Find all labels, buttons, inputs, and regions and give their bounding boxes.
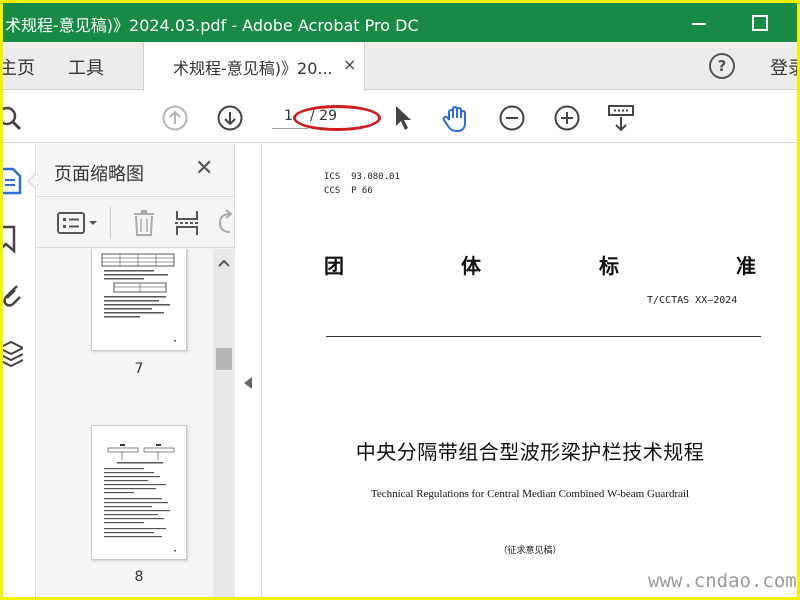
- panel-toolbar: [37, 196, 235, 248]
- split-page-icon[interactable]: [174, 209, 200, 241]
- toolbar-divider: [110, 207, 111, 239]
- help-icon[interactable]: ?: [709, 53, 735, 79]
- close-panel-icon[interactable]: ✕: [195, 156, 213, 181]
- thumbnails-panel: 页面缩略图 ✕ 7 8: [37, 144, 235, 597]
- window-title: 术规程-意见稿)》2024.03.pdf - Adobe Acrobat Pro…: [5, 16, 419, 35]
- document-title-chinese: 中央分隔带组合型波形梁护栏技术规程: [355, 440, 705, 464]
- tab-document[interactable]: 术规程-意见稿)》20... ×: [143, 42, 365, 91]
- standard-char: 团: [324, 254, 344, 278]
- standard-char: 标: [599, 254, 619, 278]
- ics-code: ICS 93.080.01 CCS P 66: [324, 170, 400, 198]
- document-page: ICS 93.080.01 CCS P 66 团 体 标 准 T/CCTAS XX…: [263, 144, 797, 597]
- thumbnail-scrollbar[interactable]: [213, 249, 235, 597]
- standard-code: T/CCTAS XX—2024: [647, 295, 738, 306]
- rotate-page-icon[interactable]: [212, 209, 235, 241]
- tab-tools[interactable]: 工具: [68, 54, 104, 80]
- thumbnail-label: 8: [134, 569, 144, 585]
- scroll-thumb[interactable]: [216, 348, 232, 370]
- close-tab-icon[interactable]: ×: [343, 55, 356, 74]
- standard-char: 准: [736, 254, 756, 278]
- thumbnail-list: 7 8: [37, 249, 235, 597]
- tab-bar: 主页 工具 术规程-意见稿)》20... × ? 登录: [3, 42, 797, 91]
- minimize-button[interactable]: [679, 3, 719, 42]
- toolbar: 1 / 29: [3, 91, 797, 143]
- sign-in-button[interactable]: 登录: [770, 54, 797, 80]
- scroll-up-icon[interactable]: [217, 257, 231, 271]
- highlight-ellipse: [293, 105, 381, 131]
- panel-title: 页面缩略图: [54, 164, 144, 185]
- thumbnail-label: 7: [134, 361, 144, 377]
- attachment-icon[interactable]: [3, 280, 23, 314]
- site-watermark: www.cndao.com: [648, 570, 797, 592]
- thumbnail-page-7[interactable]: [91, 249, 187, 351]
- standard-char: 体: [461, 254, 481, 278]
- title-bar: 术规程-意见稿)》2024.03.pdf - Adobe Acrobat Pro…: [3, 3, 797, 42]
- tab-home[interactable]: 主页: [3, 54, 35, 80]
- collapse-arrow-icon[interactable]: [244, 377, 252, 389]
- bookmark-icon[interactable]: [3, 224, 19, 258]
- divider-line: [326, 336, 761, 337]
- left-rail: [3, 144, 37, 597]
- document-tab-label: 术规程-意见稿)》20...: [173, 59, 333, 78]
- page-thumbnails-icon[interactable]: [3, 166, 23, 200]
- draft-label: （征求意见稿）: [498, 546, 562, 556]
- active-panel-pointer: [26, 172, 37, 190]
- panel-collapse-strip[interactable]: [236, 144, 262, 597]
- document-view[interactable]: ICS 93.080.01 CCS P 66 团 体 标 准 T/CCTAS XX…: [263, 144, 797, 597]
- delete-page-icon[interactable]: [132, 209, 156, 241]
- acrobat-window: 术规程-意见稿)》2024.03.pdf - Adobe Acrobat Pro…: [3, 3, 797, 597]
- layers-icon[interactable]: [3, 340, 26, 374]
- thumbnail-page-8[interactable]: [91, 425, 187, 560]
- options-menu-icon[interactable]: [57, 212, 101, 238]
- document-title-english: Technical Regulations for Central Median…: [370, 488, 690, 500]
- maximize-button[interactable]: [739, 3, 779, 42]
- ics-line: ICS 93.080.01: [324, 172, 400, 182]
- ccs-line: CCS P 66: [324, 186, 373, 196]
